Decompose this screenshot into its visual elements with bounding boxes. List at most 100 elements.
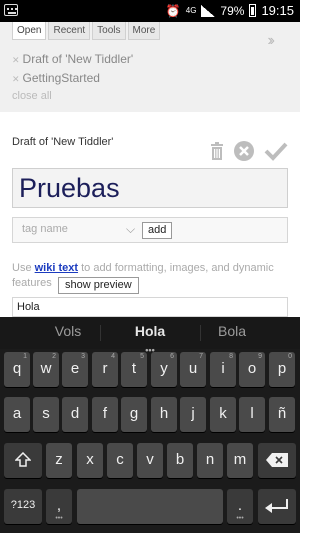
- key-v[interactable]: v: [137, 443, 163, 478]
- suggestion-center-label[interactable]: Hola: [135, 323, 165, 339]
- title-input[interactable]: Pruebas: [12, 168, 288, 208]
- open-item-label[interactable]: GettingStarted: [23, 71, 100, 85]
- suggestion-right[interactable]: Bola: [182, 323, 282, 339]
- chevron-down-icon[interactable]: ⌵: [126, 222, 135, 237]
- key-t[interactable]: t5: [121, 352, 147, 387]
- tag-name-input[interactable]: tag name: [22, 223, 68, 235]
- wiki-text-link[interactable]: wiki text: [35, 262, 78, 274]
- key-label: c: [116, 451, 124, 468]
- key-label: p: [277, 360, 287, 377]
- key-label: ,: [56, 497, 62, 514]
- key-s[interactable]: s: [33, 397, 59, 432]
- key-o[interactable]: o9: [239, 352, 265, 387]
- backspace-icon: [266, 453, 288, 467]
- clock: 19:15: [261, 3, 294, 18]
- key-label: e: [70, 360, 80, 377]
- key-k[interactable]: k: [210, 397, 236, 432]
- key-d[interactable]: d: [62, 397, 88, 432]
- key-m[interactable]: m: [227, 443, 253, 478]
- key-label: r: [102, 360, 108, 377]
- close-all-link[interactable]: close all: [12, 90, 52, 102]
- check-icon[interactable]: [264, 141, 288, 161]
- comma-key[interactable]: , •••: [46, 489, 72, 524]
- alarm-icon: ⏰: [165, 3, 181, 18]
- key-label: j: [191, 405, 195, 422]
- backspace-key[interactable]: [258, 443, 296, 478]
- key-h[interactable]: h: [151, 397, 177, 432]
- tab-more[interactable]: More: [127, 22, 161, 40]
- enter-icon: [265, 499, 288, 513]
- signal-icon: [201, 4, 216, 17]
- close-icon[interactable]: ✕: [12, 74, 20, 84]
- shift-key[interactable]: [4, 443, 42, 478]
- key-label: z: [55, 451, 63, 468]
- sidebar-panel: Open Recent Tools More ›› ✕ Draft of 'New…: [0, 22, 300, 112]
- period-key[interactable]: . •••: [227, 489, 253, 524]
- shift-icon: [14, 451, 32, 467]
- key-y[interactable]: y6: [151, 352, 177, 387]
- key-hint: 5: [140, 353, 144, 360]
- tab-open[interactable]: Open: [12, 22, 47, 40]
- battery-icon: [249, 4, 257, 17]
- key-j[interactable]: j: [180, 397, 206, 432]
- key-g[interactable]: g: [121, 397, 147, 432]
- key-label: t: [131, 360, 137, 377]
- open-item-gettingstarted[interactable]: ✕ GettingStarted: [12, 71, 100, 85]
- network-type: 4G: [185, 5, 197, 15]
- key-label: g: [129, 405, 139, 422]
- key-z[interactable]: z: [46, 443, 72, 478]
- enter-key[interactable]: [258, 489, 296, 524]
- key-x[interactable]: x: [77, 443, 103, 478]
- soft-keyboard: Vols Hola ••• Bola q1 w2 e3 r4 t5 y6 u7 …: [0, 317, 300, 533]
- space-key[interactable]: [77, 489, 223, 524]
- key-label: s: [42, 405, 50, 422]
- key-label: w: [40, 360, 52, 377]
- key-p[interactable]: p0: [269, 352, 295, 387]
- key-hint: 7: [199, 353, 203, 360]
- key-label: u: [188, 360, 198, 377]
- delete-icon[interactable]: [210, 142, 224, 160]
- tab-tools[interactable]: Tools: [92, 22, 126, 40]
- hint-prefix: Use: [12, 262, 32, 274]
- key-label: l: [250, 405, 254, 422]
- key-hint: 8: [229, 353, 233, 360]
- key-a[interactable]: a: [4, 397, 30, 432]
- tiddler-draft-title: Draft of 'New Tiddler': [12, 136, 114, 148]
- editor-hint: Use wiki text to add formatting, images,…: [12, 261, 292, 291]
- key-f[interactable]: f: [92, 397, 118, 432]
- key-hint: 9: [258, 353, 262, 360]
- open-item-draft[interactable]: ✕ Draft of 'New Tiddler': [12, 52, 133, 66]
- key-l[interactable]: l: [239, 397, 265, 432]
- key-n[interactable]: n: [197, 443, 223, 478]
- symbols-key[interactable]: ?123: [4, 489, 42, 524]
- key-label: ñ: [277, 405, 287, 422]
- key-q[interactable]: q1: [4, 352, 30, 387]
- key-b[interactable]: b: [167, 443, 193, 478]
- open-item-label[interactable]: Draft of 'New Tiddler': [23, 52, 134, 66]
- tag-editor: tag name ⌵ add: [12, 217, 288, 243]
- key-n-tilde[interactable]: ñ: [269, 397, 295, 432]
- sidebar-tabs: Open Recent Tools More: [12, 22, 162, 40]
- key-label: d: [70, 405, 80, 422]
- key-label: h: [159, 405, 169, 422]
- key-label: q: [12, 360, 22, 377]
- key-hint: 1: [23, 353, 27, 360]
- body-textarea[interactable]: Hola: [12, 297, 288, 317]
- key-i[interactable]: i8: [210, 352, 236, 387]
- key-r[interactable]: r4: [92, 352, 118, 387]
- key-e[interactable]: e3: [62, 352, 88, 387]
- cancel-icon[interactable]: [234, 141, 254, 161]
- key-c[interactable]: c: [107, 443, 133, 478]
- key-u[interactable]: u7: [180, 352, 206, 387]
- more-keys-icon: •••: [55, 515, 63, 522]
- show-preview-button[interactable]: show preview: [58, 277, 139, 294]
- chevron-right-double-icon[interactable]: ››: [267, 32, 274, 50]
- key-label: m: [233, 451, 247, 468]
- tab-recent[interactable]: Recent: [48, 22, 91, 40]
- close-icon[interactable]: ✕: [12, 55, 20, 65]
- keyboard-icon: [4, 4, 18, 16]
- key-w[interactable]: w2: [33, 352, 59, 387]
- add-tag-button[interactable]: add: [142, 222, 173, 239]
- tiddler-toolbar: [210, 141, 288, 161]
- suggestion-strip: Vols Hola ••• Bola: [0, 317, 300, 355]
